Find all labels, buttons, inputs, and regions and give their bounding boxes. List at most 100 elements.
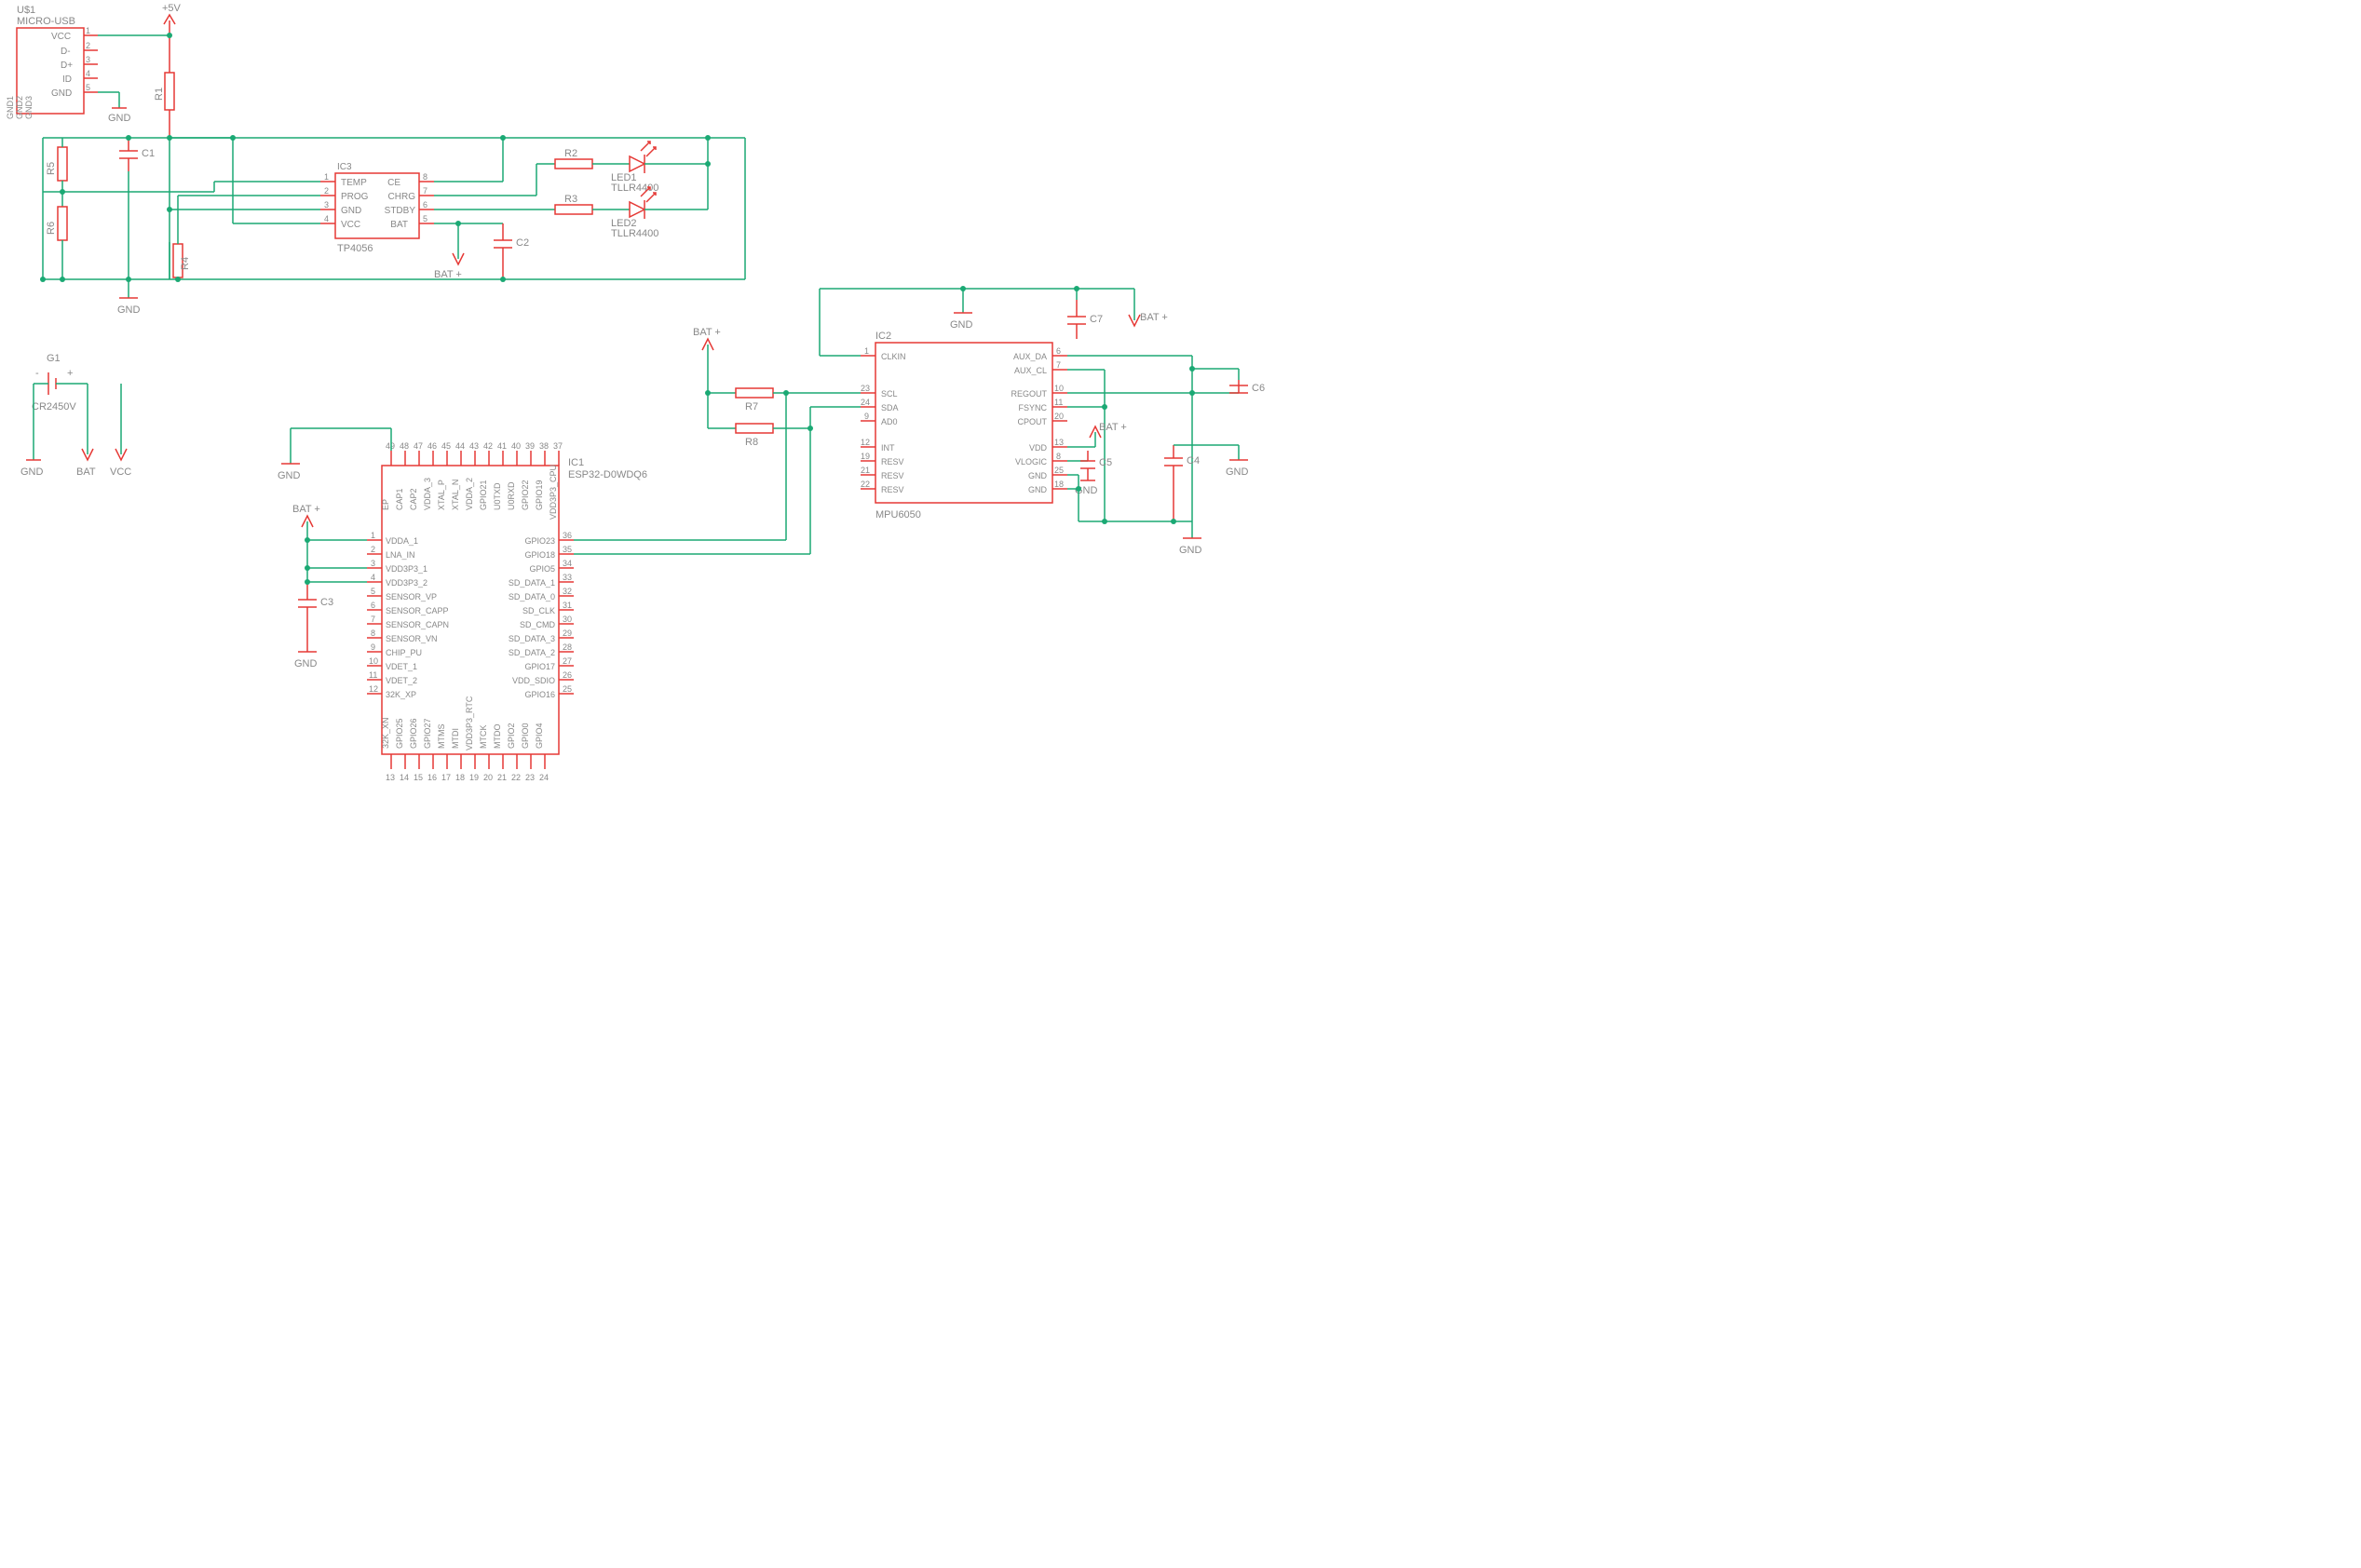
- svg-text:VDDA_1: VDDA_1: [386, 536, 418, 546]
- svg-text:XTAL_N: XTAL_N: [451, 480, 460, 510]
- svg-text:GND: GND: [341, 206, 361, 216]
- svg-text:25: 25: [1054, 466, 1064, 475]
- svg-text:VDD3P3_RTC: VDD3P3_RTC: [465, 696, 474, 750]
- svg-text:CAP1: CAP1: [395, 488, 404, 510]
- svg-text:RESV: RESV: [881, 457, 904, 466]
- svg-text:RESV: RESV: [881, 485, 904, 494]
- svg-text:GND: GND: [117, 304, 141, 316]
- svg-text:12: 12: [369, 684, 378, 694]
- svg-text:MTDI: MTDI: [451, 728, 460, 749]
- svg-text:4: 4: [371, 573, 375, 582]
- svg-text:15: 15: [414, 773, 423, 782]
- svg-text:D-: D-: [61, 47, 71, 57]
- svg-text:GPIO17: GPIO17: [524, 662, 555, 671]
- svg-text:34: 34: [563, 559, 572, 568]
- svg-text:GPIO2: GPIO2: [507, 723, 516, 749]
- svg-text:23: 23: [525, 773, 535, 782]
- svg-text:20: 20: [1054, 412, 1064, 421]
- svg-text:VDET_2: VDET_2: [386, 676, 417, 685]
- svg-text:CPOUT: CPOUT: [1018, 417, 1048, 426]
- svg-text:TP4056: TP4056: [337, 243, 373, 254]
- svg-text:C7: C7: [1090, 314, 1103, 325]
- svg-text:26: 26: [563, 670, 572, 680]
- led1: LED1 TLLR4400: [611, 142, 658, 194]
- svg-text:8: 8: [371, 629, 375, 638]
- svg-text:C6: C6: [1252, 383, 1265, 394]
- svg-text:GPIO19: GPIO19: [535, 480, 544, 510]
- svg-text:ESP32-D0WDQ6: ESP32-D0WDQ6: [568, 469, 647, 480]
- svg-text:BAT +: BAT +: [1140, 312, 1168, 323]
- led2: LED2 TLLR4400: [611, 187, 658, 239]
- svg-text:8: 8: [423, 172, 427, 182]
- svg-text:PROG: PROG: [341, 192, 369, 202]
- svg-text:GPIO27: GPIO27: [423, 718, 432, 749]
- svg-text:INT: INT: [881, 443, 895, 453]
- bat-arrow: BAT +: [434, 253, 464, 280]
- svg-text:40: 40: [511, 441, 521, 451]
- svg-text:GND: GND: [108, 113, 131, 124]
- svg-text:1: 1: [324, 172, 329, 182]
- svg-text:REGOUT: REGOUT: [1011, 389, 1047, 399]
- svg-text:VLOGIC: VLOGIC: [1015, 457, 1048, 466]
- svg-text:U$1: U$1: [17, 5, 35, 16]
- svg-text:25: 25: [563, 684, 572, 694]
- svg-text:38: 38: [539, 441, 549, 451]
- svg-text:+: +: [67, 368, 73, 379]
- svg-text:CLKIN: CLKIN: [881, 352, 906, 361]
- svg-text:BAT +: BAT +: [1099, 422, 1127, 433]
- svg-text:SD_DATA_3: SD_DATA_3: [509, 634, 555, 643]
- svg-text:BAT +: BAT +: [292, 504, 320, 515]
- svg-text:BAT: BAT: [76, 466, 96, 478]
- capacitor-c6: C6: [1229, 380, 1265, 394]
- ic-tp4056: IC3 TEMP PROG GND VCC CE CHRG STDBY BAT …: [320, 162, 434, 254]
- capacitor-c4: C4: [1164, 445, 1200, 521]
- svg-text:R6: R6: [46, 222, 57, 235]
- svg-text:14: 14: [400, 773, 409, 782]
- svg-text:MTDO: MTDO: [493, 724, 502, 750]
- svg-text:8: 8: [1056, 452, 1061, 461]
- svg-text:19: 19: [861, 452, 870, 461]
- svg-text:C5: C5: [1099, 457, 1112, 468]
- svg-text:6: 6: [423, 200, 427, 210]
- capacitor-c2: C2: [494, 223, 529, 279]
- svg-text:AD0: AD0: [881, 417, 898, 426]
- svg-text:SDA: SDA: [881, 403, 899, 412]
- svg-text:C1: C1: [142, 148, 155, 159]
- svg-text:3: 3: [324, 200, 329, 210]
- svg-text:GND: GND: [20, 466, 44, 478]
- svg-text:48: 48: [400, 441, 409, 451]
- svg-text:23: 23: [861, 384, 870, 393]
- svg-text:EP: EP: [381, 499, 390, 510]
- svg-text:VDD3P3_1: VDD3P3_1: [386, 564, 427, 574]
- svg-text:VDD: VDD: [1029, 443, 1048, 453]
- svg-text:SD_CMD: SD_CMD: [520, 620, 556, 629]
- svg-text:11: 11: [1054, 398, 1063, 407]
- svg-text:GND2: GND2: [15, 96, 24, 119]
- svg-text:SD_DATA_1: SD_DATA_1: [509, 578, 555, 588]
- svg-text:4: 4: [324, 214, 329, 223]
- svg-text:31: 31: [563, 601, 572, 610]
- svg-text:36: 36: [563, 531, 572, 540]
- svg-text:41: 41: [497, 441, 507, 451]
- svg-text:CAP2: CAP2: [409, 488, 418, 510]
- svg-text:SENSOR_CAPN: SENSOR_CAPN: [386, 620, 449, 629]
- svg-text:GPIO23: GPIO23: [524, 536, 555, 546]
- svg-text:MTCK: MTCK: [479, 725, 488, 750]
- svg-text:STDBY: STDBY: [385, 206, 416, 216]
- svg-text:6: 6: [1056, 346, 1061, 356]
- svg-text:ID: ID: [62, 74, 72, 85]
- svg-text:AUX_CL: AUX_CL: [1014, 366, 1047, 375]
- svg-text:-: -: [35, 368, 39, 379]
- svg-text:30: 30: [563, 615, 572, 624]
- svg-text:11: 11: [369, 670, 377, 680]
- svg-text:VCC: VCC: [51, 32, 71, 42]
- svg-text:1: 1: [864, 346, 869, 356]
- svg-text:SENSOR_VP: SENSOR_VP: [386, 592, 437, 602]
- svg-text:R4: R4: [180, 257, 191, 270]
- svg-text:VDD3P3_CPU: VDD3P3_CPU: [549, 465, 558, 520]
- svg-text:6: 6: [371, 601, 375, 610]
- svg-text:GND: GND: [51, 88, 72, 99]
- svg-text:22: 22: [511, 773, 521, 782]
- svg-text:CHIP_PU: CHIP_PU: [386, 648, 422, 657]
- svg-text:7: 7: [371, 615, 375, 624]
